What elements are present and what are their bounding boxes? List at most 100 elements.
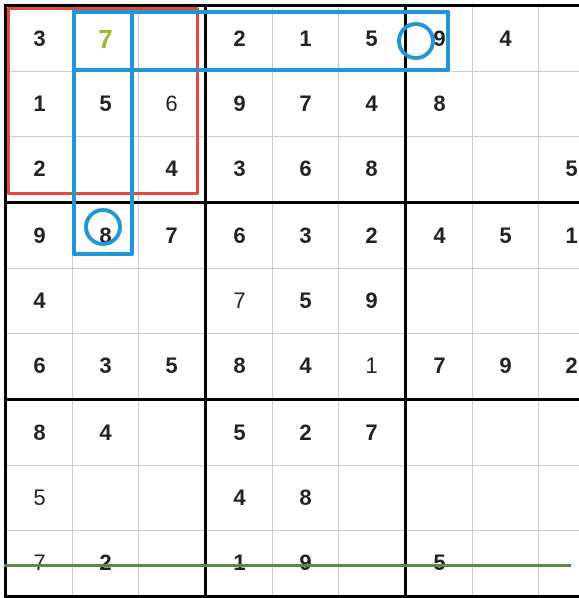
cell-0-0[interactable]: 3 [6, 6, 73, 72]
cell-value: 5 [565, 156, 577, 181]
cell-6-5[interactable]: 7 [339, 400, 406, 466]
cell-2-3[interactable]: 3 [206, 137, 273, 203]
cell-6-2[interactable] [139, 400, 206, 466]
cell-0-6[interactable]: 9 [406, 6, 473, 72]
cell-value: 7 [433, 353, 445, 378]
cell-6-0[interactable]: 8 [6, 400, 73, 466]
cell-value: 8 [365, 156, 377, 181]
cell-1-4[interactable]: 7 [273, 72, 339, 137]
cell-4-4[interactable]: 5 [273, 269, 339, 334]
cell-value: 5 [299, 288, 311, 313]
cell-4-5[interactable]: 9 [339, 269, 406, 334]
cell-3-0[interactable]: 9 [6, 203, 73, 269]
cell-0-2[interactable] [139, 6, 206, 72]
cell-7-1[interactable] [73, 466, 139, 531]
cell-1-8[interactable] [539, 72, 579, 137]
cell-6-8[interactable] [539, 400, 579, 466]
cell-3-1[interactable]: 8 [73, 203, 139, 269]
cell-6-6[interactable] [406, 400, 473, 466]
cell-6-4[interactable]: 2 [273, 400, 339, 466]
cell-value: 6 [233, 223, 245, 248]
cell-5-2[interactable]: 5 [139, 334, 206, 400]
cell-value: 8 [33, 420, 45, 445]
cell-6-3[interactable]: 5 [206, 400, 273, 466]
cell-4-7[interactable] [473, 269, 539, 334]
cell-0-3[interactable]: 2 [206, 6, 273, 72]
cell-5-3[interactable]: 8 [206, 334, 273, 400]
cell-5-7[interactable]: 9 [473, 334, 539, 400]
cell-6-1[interactable]: 4 [73, 400, 139, 466]
cell-4-1[interactable] [73, 269, 139, 334]
cell-5-8[interactable]: 2 [539, 334, 579, 400]
cell-value: 3 [299, 223, 311, 248]
cell-2-0[interactable]: 2 [6, 137, 73, 203]
cell-4-2[interactable] [139, 269, 206, 334]
cell-value: 9 [499, 353, 511, 378]
cell-1-2[interactable]: 6 [139, 72, 206, 137]
cell-3-6[interactable]: 4 [406, 203, 473, 269]
cell-1-6[interactable]: 8 [406, 72, 473, 137]
cell-value: 4 [165, 156, 177, 181]
cell-value: 7 [98, 24, 112, 54]
cell-value: 5 [433, 550, 445, 575]
cell-7-0[interactable]: 5 [6, 466, 73, 531]
cell-3-2[interactable]: 7 [139, 203, 206, 269]
cell-2-4[interactable]: 6 [273, 137, 339, 203]
cell-7-8[interactable] [539, 466, 579, 531]
cell-0-8[interactable] [539, 6, 579, 72]
cell-5-6[interactable]: 7 [406, 334, 473, 400]
cell-value: 1 [365, 353, 377, 378]
cell-4-8[interactable] [539, 269, 579, 334]
cell-1-0[interactable]: 1 [6, 72, 73, 137]
cell-1-3[interactable]: 9 [206, 72, 273, 137]
cell-7-3[interactable]: 4 [206, 466, 273, 531]
cell-value: 4 [299, 353, 311, 378]
cell-value: 4 [499, 26, 511, 51]
cell-4-6[interactable] [406, 269, 473, 334]
cell-5-0[interactable]: 6 [6, 334, 73, 400]
cell-7-2[interactable] [139, 466, 206, 531]
cell-0-1[interactable]: 7 [73, 6, 139, 72]
cell-value: 1 [299, 26, 311, 51]
cell-5-5[interactable]: 1 [339, 334, 406, 400]
cell-2-2[interactable]: 4 [139, 137, 206, 203]
cell-value: 2 [233, 26, 245, 51]
cell-2-7[interactable] [473, 137, 539, 203]
sudoku-board: 3721594156974824368598763245147596358417… [4, 4, 571, 565]
cell-2-1[interactable] [73, 137, 139, 203]
cell-value: 9 [433, 26, 445, 51]
cell-3-5[interactable]: 2 [339, 203, 406, 269]
cell-0-4[interactable]: 1 [273, 6, 339, 72]
cell-value: 5 [365, 26, 377, 51]
cell-value: 3 [233, 156, 245, 181]
cell-value: 8 [99, 223, 111, 248]
cell-4-3[interactable]: 7 [206, 269, 273, 334]
cell-6-7[interactable] [473, 400, 539, 466]
cell-value: 2 [565, 353, 577, 378]
cell-value: 2 [365, 223, 377, 248]
cell-1-5[interactable]: 4 [339, 72, 406, 137]
cell-3-8[interactable]: 1 [539, 203, 579, 269]
cell-value: 4 [33, 288, 45, 313]
cell-3-3[interactable]: 6 [206, 203, 273, 269]
cell-7-7[interactable] [473, 466, 539, 531]
cell-2-5[interactable]: 8 [339, 137, 406, 203]
cell-0-7[interactable]: 4 [473, 6, 539, 72]
cell-5-1[interactable]: 3 [73, 334, 139, 400]
cell-7-4[interactable]: 8 [273, 466, 339, 531]
cell-1-1[interactable]: 5 [73, 72, 139, 137]
cell-value: 7 [233, 288, 245, 313]
cell-5-4[interactable]: 4 [273, 334, 339, 400]
cell-7-5[interactable] [339, 466, 406, 531]
cell-3-4[interactable]: 3 [273, 203, 339, 269]
cell-2-6[interactable] [406, 137, 473, 203]
cell-0-5[interactable]: 5 [339, 6, 406, 72]
cell-value: 1 [565, 223, 577, 248]
cell-1-7[interactable] [473, 72, 539, 137]
cell-value: 8 [299, 485, 311, 510]
cell-7-6[interactable] [406, 466, 473, 531]
cell-2-8[interactable]: 5 [539, 137, 579, 203]
cell-value: 6 [165, 91, 177, 116]
cell-3-7[interactable]: 5 [473, 203, 539, 269]
cell-4-0[interactable]: 4 [6, 269, 73, 334]
